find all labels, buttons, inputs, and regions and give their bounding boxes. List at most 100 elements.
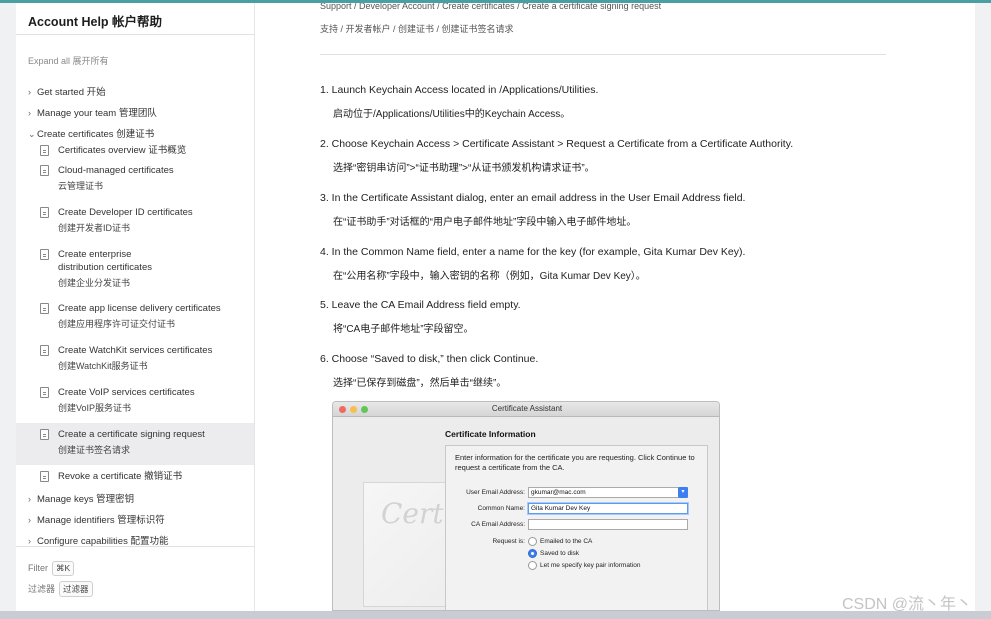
breadcrumb[interactable]: Support / Developer Account / Create cer… [320, 3, 661, 11]
document-icon [40, 303, 49, 314]
window-title: Certificate Assistant [491, 404, 563, 413]
filter-label: Filter [28, 563, 48, 573]
document-icon [40, 429, 49, 440]
window-titlebar: Certificate Assistant [333, 402, 719, 417]
left-margin [0, 3, 16, 613]
filter-label-zh: 过滤器 [28, 584, 56, 594]
user-email-value: gkumar@mac.com [531, 489, 586, 496]
divider [320, 54, 886, 55]
chevron-right-icon: › [28, 87, 31, 97]
sidebar-item-label: Revoke a certificate 撤销证书 [58, 471, 183, 482]
sidebar: Account Help 帐户帮助 Expand all 展开所有 › Get s… [16, 3, 255, 611]
sidebar-item-app-license[interactable]: Create app license delivery certificates… [40, 302, 245, 332]
step-translation: 在“证书助手”对话框的“用户电子邮件地址”字段中输入电子邮件地址。 [333, 217, 637, 228]
user-email-field: gkumar@mac.com ▾ [528, 487, 688, 498]
document-icon [40, 145, 49, 156]
chevron-right-icon: › [28, 494, 31, 504]
step-4: 4. In the Common Name field, enter a nam… [320, 246, 880, 282]
document-icon [40, 345, 49, 356]
sidebar-item-developer-id[interactable]: Create Developer ID certificates 创建开发者ID证… [40, 206, 245, 236]
nav-label: Manage identifiers 管理标识符 [37, 515, 165, 526]
chevron-right-icon: › [28, 108, 31, 118]
step-text: 3. In the Certificate Assistant dialog, … [320, 192, 746, 204]
step-2: 2. Choose Keychain Access > Certificate … [320, 138, 880, 174]
sidebar-item-label: Create Developer ID certificates [58, 207, 193, 218]
sidebar-item-csr-active[interactable]: Create a certificate signing request 创建证书… [16, 423, 254, 465]
dialog-heading: Certificate Information [445, 429, 536, 439]
main-content: Support / Developer Account / Create cer… [255, 3, 975, 611]
document-icon [40, 249, 49, 260]
filter-button-zh[interactable]: 过滤器 [59, 581, 93, 597]
radio-emailed-label: Emailed to the CA [540, 538, 593, 545]
request-is-label: Request is: [492, 538, 525, 545]
step-6: 6. Choose “Saved to disk,” then click Co… [320, 353, 880, 389]
sidebar-item-label: Certificates overview 证书概览 [58, 145, 187, 156]
ca-email-label: CA Email Address: [471, 521, 525, 528]
sidebar-item-label: Cloud-managed certificates [58, 165, 174, 176]
nav-label: Manage your team 管理团队 [37, 108, 157, 119]
user-email-label: User Email Address: [466, 489, 525, 496]
sidebar-item-cloud-managed[interactable]: Cloud-managed certificates 云管理证书 [40, 164, 245, 194]
step-3: 3. In the Certificate Assistant dialog, … [320, 192, 880, 228]
sidebar-item-voip[interactable]: Create VoIP services certificates 创建VoIP服… [40, 386, 245, 416]
radio-specify-label: Let me specify key pair information [540, 562, 641, 569]
sidebar-item-sublabel: 创建开发者ID证书 [58, 223, 131, 233]
step-translation: 选择“密钥串访问”>“证书助理”>“从证书颁发机构请求证书”。 [333, 163, 595, 174]
sidebar-item-label: Create app license delivery certificates [58, 303, 221, 314]
sidebar-item-sublabel: 创建证书签名请求 [58, 445, 131, 455]
breadcrumb-zh[interactable]: 支持 / 开发者帐户 / 创建证书 / 创建证书签名请求 [320, 22, 514, 35]
step-text: 1. Launch Keychain Access located in /Ap… [320, 84, 599, 96]
common-name-value: Gita Kumar Dev Key [531, 505, 591, 512]
nav-section-manage-team[interactable]: › Manage your team 管理团队 [28, 105, 157, 119]
document-icon [40, 471, 49, 482]
step-5: 5. Leave the CA Email Address field empt… [320, 299, 880, 335]
document-icon [40, 165, 49, 176]
nav-section-configure-capabilities[interactable]: › Configure capabilities 配置功能 [28, 533, 168, 547]
sidebar-item-sublabel: 创建企业分发证书 [58, 278, 131, 288]
ca-email-field [528, 519, 688, 530]
step-translation: 在“公用名称”字段中，输入密钥的名称（例如，Gita Kumar Dev Key… [333, 271, 646, 282]
document-icon [40, 387, 49, 398]
filter-row-zh[interactable]: 过滤器 过滤器 [28, 581, 93, 597]
sidebar-item-label: Create a certificate signing request [58, 429, 205, 440]
sidebar-item-sublabel: 云管理证书 [58, 181, 104, 191]
radio-saved-label: Saved to disk [540, 550, 580, 557]
sidebar-item-label: Create WatchKit services certificates [58, 345, 213, 356]
sidebar-title[interactable]: Account Help 帐户帮助 [28, 11, 162, 30]
nav-label: Create certificates 创建证书 [37, 129, 155, 140]
watermark: CSDN @流丶年丶 [842, 596, 973, 613]
step-text: 4. In the Common Name field, enter a nam… [320, 246, 746, 258]
sidebar-item-certificates-overview[interactable]: Certificates overview 证书概览 [40, 144, 245, 158]
dialog-panel: Enter information for the certificate yo… [445, 445, 708, 610]
sidebar-item-sublabel: 创建WatchKit服务证书 [58, 361, 148, 371]
step-text: 6. Choose “Saved to disk,” then click Co… [320, 353, 539, 365]
radio-specify-key-pair [528, 561, 537, 570]
filter-row[interactable]: Filter ⌘K [28, 561, 75, 576]
sidebar-item-revoke[interactable]: Revoke a certificate 撤销证书 [40, 470, 245, 484]
chevron-right-icon: › [28, 515, 31, 525]
step-1: 1. Launch Keychain Access located in /Ap… [320, 84, 880, 120]
common-name-label: Common Name: [477, 505, 525, 512]
nav-section-get-started[interactable]: › Get started 开始 [28, 84, 106, 98]
nav-section-manage-keys[interactable]: › Manage keys 管理密钥 [28, 491, 134, 505]
sidebar-item-label: Create VoIP services certificates [58, 387, 195, 398]
help-page: Account Help 帐户帮助 Expand all 展开所有 › Get s… [16, 3, 975, 611]
document-icon [40, 207, 49, 218]
step-translation: 启动位于/Applications/Utilities中的Keychain Ac… [333, 109, 571, 120]
divider [16, 546, 255, 547]
step-text: 2. Choose Keychain Access > Certificate … [320, 138, 794, 150]
chevron-down-icon: ⌄ [28, 129, 36, 139]
nav-section-manage-identifiers[interactable]: › Manage identifiers 管理标识符 [28, 512, 165, 526]
nav-label: Manage keys 管理密钥 [37, 494, 135, 505]
expand-all-link[interactable]: Expand all 展开所有 [28, 54, 109, 67]
radio-saved-to-disk [528, 549, 537, 558]
nav-section-create-certificates[interactable]: ⌄Create certificates 创建证书 [28, 126, 154, 140]
dialog-info-text: Enter information for the certificate yo… [455, 453, 695, 472]
step-text: 5. Leave the CA Email Address field empt… [320, 299, 521, 311]
nav-label: Get started 开始 [37, 87, 106, 98]
sidebar-item-enterprise[interactable]: Create enterprise distribution certifica… [40, 248, 245, 292]
certificate-assistant-screenshot: Certificate Assistant Certif Certificate… [332, 401, 720, 611]
divider [16, 34, 255, 35]
sidebar-item-watchkit[interactable]: Create WatchKit services certificates 创建W… [40, 344, 245, 374]
chevron-right-icon: › [28, 536, 31, 546]
